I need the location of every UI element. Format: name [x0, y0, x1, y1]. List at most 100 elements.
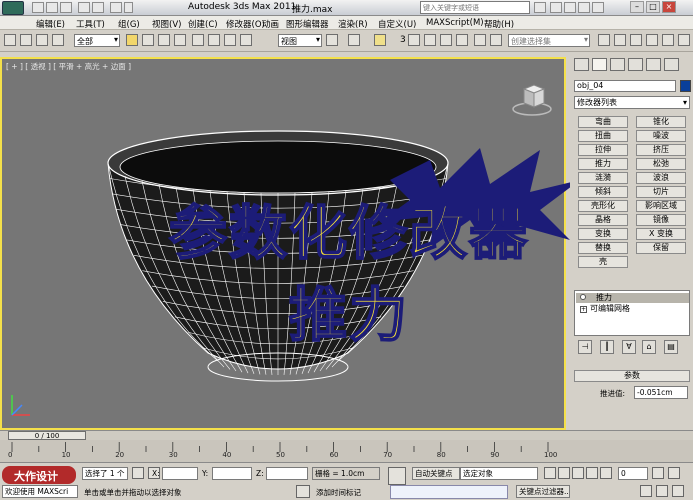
selection-filter-dropdown[interactable]: 全部 — [74, 34, 120, 47]
configure-modifier-sets-icon[interactable]: ▤ — [664, 340, 678, 354]
modifier-button[interactable]: 晶格 — [578, 214, 628, 226]
open-file-icon[interactable] — [46, 2, 58, 13]
modifier-button[interactable]: 涟漪 — [578, 172, 628, 184]
menu-item-maxscript[interactable]: MAXScript(M) — [426, 18, 484, 28]
named-selection-lock-icon[interactable] — [490, 34, 502, 46]
snap-toggle-icon[interactable] — [408, 34, 420, 46]
show-end-result-icon[interactable]: ┃ — [600, 340, 614, 354]
modifier-button[interactable]: X 变换 — [636, 228, 686, 240]
key-mode-icon[interactable] — [388, 467, 406, 485]
modifier-button[interactable]: 波浪 — [636, 172, 686, 184]
menu-item-group[interactable]: 组(G) — [118, 18, 140, 30]
track-bar[interactable]: 0 10 20 30 40 50 60 70 80 90 100 — [0, 440, 693, 462]
reference-coordinate-dropdown[interactable]: 视图 — [278, 34, 322, 47]
light-bulb-icon[interactable] — [580, 294, 586, 300]
modifier-button[interactable]: 拉伸 — [578, 144, 628, 156]
stack-item-editable-mesh[interactable]: + 可编辑网格 — [576, 304, 689, 314]
set-key-dropdown[interactable]: 选定对象 — [460, 467, 538, 480]
key-filters-button[interactable]: 关键点过滤器... — [516, 485, 570, 498]
restore-button[interactable]: □ — [646, 1, 660, 13]
modifier-button[interactable]: 弯曲 — [578, 116, 628, 128]
goto-end-icon[interactable] — [600, 467, 612, 479]
time-tag-icon[interactable] — [296, 485, 310, 498]
close-button[interactable]: × — [662, 1, 676, 13]
hierarchy-tab-icon[interactable] — [610, 58, 625, 71]
modifier-button[interactable]: 影响区域 — [636, 200, 686, 212]
modifier-button[interactable]: 倾斜 — [578, 186, 628, 198]
named-selection-sets-dropdown[interactable]: 创建选择集 — [508, 34, 590, 47]
modifier-button[interactable]: 推力 — [578, 158, 628, 170]
minimize-button[interactable]: – — [630, 1, 644, 13]
modifier-button[interactable]: 替换 — [578, 242, 628, 254]
spinner-snap-icon[interactable] — [456, 34, 468, 46]
undo-icon[interactable] — [78, 2, 90, 13]
modifier-button[interactable]: 扭曲 — [578, 130, 628, 142]
maximize-viewport-icon[interactable] — [672, 485, 684, 497]
selection-lock-icon[interactable] — [132, 467, 144, 479]
select-object-icon[interactable] — [126, 34, 138, 46]
stack-item-push[interactable]: 推力 — [576, 293, 689, 303]
save-file-icon[interactable] — [60, 2, 72, 13]
menu-item-rendering[interactable]: 渲染(R) — [338, 18, 368, 30]
remove-modifier-icon[interactable]: ⌂ — [642, 340, 656, 354]
display-tab-icon[interactable] — [646, 58, 661, 71]
keyboard-shortcut-override-icon[interactable] — [374, 34, 386, 46]
modifier-list-dropdown[interactable]: 修改器列表 — [574, 96, 690, 109]
pan-icon[interactable] — [656, 485, 668, 497]
modifier-button[interactable]: 松弛 — [636, 158, 686, 170]
utilities-tab-icon[interactable] — [664, 58, 679, 71]
app-logo-icon[interactable] — [2, 1, 24, 15]
y-coord-field[interactable] — [212, 467, 252, 480]
pin-stack-icon[interactable]: ⊣ — [578, 340, 592, 354]
motion-tab-icon[interactable] — [628, 58, 643, 71]
create-tab-icon[interactable] — [574, 58, 589, 71]
snap-toggle-value[interactable]: 3 — [400, 35, 406, 45]
modifier-button[interactable]: 挤压 — [636, 144, 686, 156]
zoom-icon[interactable] — [668, 467, 680, 479]
expand-plus-icon[interactable]: + — [580, 306, 587, 313]
modifier-button[interactable]: 切片 — [636, 186, 686, 198]
current-frame-field[interactable]: 0 — [618, 467, 648, 480]
modifier-button[interactable]: 镜像 — [636, 214, 686, 226]
material-editor-icon[interactable] — [662, 34, 674, 46]
curve-editor-icon[interactable] — [646, 34, 658, 46]
layer-manager-icon[interactable] — [630, 34, 642, 46]
redo-icon[interactable] — [92, 2, 104, 13]
x-coord-field[interactable] — [162, 467, 198, 480]
make-unique-icon[interactable]: ∀ — [622, 340, 636, 354]
select-by-name-icon[interactable] — [142, 34, 154, 46]
next-frame-icon[interactable] — [586, 467, 598, 479]
menu-item-views[interactable]: 视图(V) — [152, 18, 181, 30]
goto-start-icon[interactable] — [544, 467, 556, 479]
modifier-stack[interactable]: 推力 + 可编辑网格 — [574, 290, 690, 336]
rotate-icon[interactable] — [208, 34, 220, 46]
select-place-icon[interactable] — [240, 34, 252, 46]
favorites-star-icon[interactable] — [564, 2, 576, 13]
window-crossing-icon[interactable] — [174, 34, 186, 46]
object-color-swatch[interactable] — [680, 80, 691, 92]
object-name-field[interactable]: obj_04 — [574, 80, 676, 92]
pivot-center-icon[interactable] — [326, 34, 338, 46]
modifier-button[interactable]: 噪波 — [636, 130, 686, 142]
auto-key-button[interactable]: 自动关键点 — [412, 467, 460, 480]
percent-snap-icon[interactable] — [440, 34, 452, 46]
menu-item-customize[interactable]: 自定义(U) — [378, 18, 416, 30]
modifier-button[interactable]: 变换 — [578, 228, 628, 240]
z-coord-field[interactable] — [266, 467, 308, 480]
new-file-icon[interactable] — [32, 2, 44, 13]
help-question-icon[interactable] — [592, 2, 604, 13]
viewcube-icon[interactable] — [510, 79, 554, 119]
previous-frame-icon[interactable] — [558, 467, 570, 479]
angle-snap-icon[interactable] — [424, 34, 436, 46]
scale-icon[interactable] — [224, 34, 236, 46]
modifier-button[interactable]: 壳 — [578, 256, 628, 268]
time-config-icon[interactable] — [652, 467, 664, 479]
quick-access-dropdown-icon[interactable] — [124, 2, 133, 13]
orbit-icon[interactable] — [640, 485, 652, 497]
search-icon[interactable] — [534, 2, 546, 13]
menu-item-help[interactable]: 帮助(H) — [484, 18, 514, 30]
info-icon[interactable] — [578, 2, 590, 13]
add-time-tag-label[interactable]: 添加时间标记 — [316, 487, 361, 498]
bind-space-warp-icon[interactable] — [52, 34, 64, 46]
align-icon[interactable] — [614, 34, 626, 46]
